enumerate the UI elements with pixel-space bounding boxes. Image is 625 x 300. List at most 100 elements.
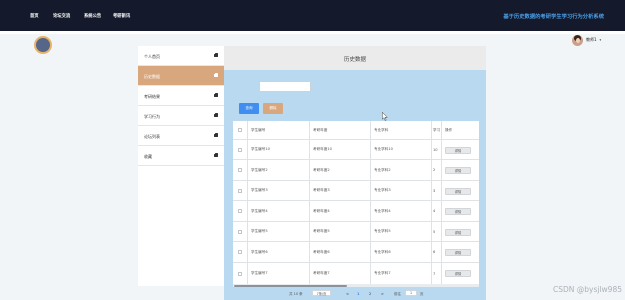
pagination-prev-icon[interactable]: < bbox=[346, 292, 349, 296]
header-strip bbox=[0, 31, 625, 34]
table-row: 学生编号5 考研年度5 专业学科5 5 详情 bbox=[233, 222, 479, 242]
mouse-cursor-icon bbox=[382, 112, 388, 121]
sidebar-item-profile[interactable]: 个人首页 bbox=[138, 46, 224, 66]
row-checkbox[interactable] bbox=[238, 168, 242, 172]
cell-student-id: 学生编号4 bbox=[248, 201, 310, 221]
cell-subject: 专业学科6 bbox=[371, 242, 432, 262]
cell-subject: 专业学科4 bbox=[371, 201, 432, 221]
pagination-next-icon[interactable]: > bbox=[381, 292, 384, 296]
sidebar-item-label: 考研结果 bbox=[144, 93, 160, 99]
sidebar: 个人首页 历史数据 考研结果 学习行为 论坛列表 收藏 bbox=[138, 46, 224, 286]
header-subject[interactable]: 专业学科 bbox=[371, 121, 432, 139]
cell-exam-year: 考研年度2 bbox=[310, 160, 371, 180]
sidebar-item-favorites[interactable]: 收藏 bbox=[138, 146, 224, 166]
table-row: 学生编号3 考研年度3 专业学科3 3 详情 bbox=[233, 181, 479, 201]
row-checkbox[interactable] bbox=[238, 250, 242, 254]
page-title: 历史数据 bbox=[343, 57, 366, 63]
sidebar-item-label: 历史数据 bbox=[144, 73, 160, 79]
row-checkbox[interactable] bbox=[238, 188, 242, 193]
pagination-page-1[interactable]: 1 bbox=[357, 292, 359, 296]
table-row: 学生编号4 考研年度4 专业学科4 4 详情 bbox=[233, 201, 479, 222]
detail-button[interactable]: 详情 bbox=[445, 146, 471, 154]
pagination-page-2[interactable]: 2 bbox=[369, 292, 371, 296]
avatar[interactable] bbox=[572, 34, 583, 46]
sidebar-item-label: 个人首页 bbox=[144, 53, 160, 59]
row-checkbox[interactable] bbox=[238, 229, 242, 234]
cell-student-id: 学生编号6 bbox=[248, 242, 310, 262]
cell-study: 5 bbox=[432, 222, 442, 241]
cell-subject: 专业学科3 bbox=[371, 181, 432, 200]
lock-icon bbox=[214, 52, 219, 57]
cell-student-id: 学生编号7 bbox=[248, 263, 310, 284]
detail-button[interactable]: 详情 bbox=[445, 208, 471, 215]
panel-header: 历史数据 bbox=[224, 46, 486, 70]
lock-icon bbox=[214, 112, 219, 117]
cell-study: 4 bbox=[432, 201, 442, 221]
header-actions: 操作 bbox=[445, 127, 453, 132]
lock-icon bbox=[214, 132, 219, 137]
header-exam-year[interactable]: 考研年度 bbox=[310, 121, 371, 139]
sidebar-item-history[interactable]: 历史数据 bbox=[138, 66, 224, 86]
select-all-cell bbox=[233, 121, 248, 139]
system-title: 基于历史数据的考研学生学习行为分析系统 bbox=[503, 14, 604, 20]
scrollbar-thumb[interactable] bbox=[234, 284, 347, 287]
table-horizontal-scrollbar[interactable] bbox=[233, 284, 479, 287]
cell-subject: 专业学科2 bbox=[371, 160, 432, 180]
detail-button[interactable]: 详情 bbox=[445, 228, 471, 236]
cell-exam-year: 考研年度3 bbox=[310, 181, 371, 200]
student-id-search-input[interactable] bbox=[259, 81, 311, 92]
detail-button[interactable]: 详情 bbox=[445, 167, 471, 174]
table-row: 学生编号7 考研年度7 专业学科7 7 详情 bbox=[233, 263, 479, 284]
sidebar-item-forum-list[interactable]: 论坛列表 bbox=[138, 126, 224, 146]
cell-exam-year: 考研年度6 bbox=[310, 242, 371, 262]
top-nav-bar: 首页 论坛交流 系统公告 考研新讯 基于历史数据的考研学生学习行为分析系统 bbox=[0, 0, 625, 31]
table-row: 学生编号10 考研年度10 专业学科10 10 详情 bbox=[233, 140, 479, 160]
data-table: 学生编号 考研年度 专业学科 学习 操作 学生编号10 考研年度10 专业学科1… bbox=[233, 121, 479, 284]
nav-announcements[interactable]: 系统公告 bbox=[84, 13, 101, 19]
query-button[interactable]: 查询 bbox=[239, 103, 259, 114]
sidebar-item-label: 收藏 bbox=[144, 153, 152, 159]
pagination-page-suffix: 页 bbox=[420, 291, 424, 296]
table-header-row: 学生编号 考研年度 专业学科 学习 操作 bbox=[233, 121, 479, 140]
select-all-checkbox[interactable] bbox=[238, 128, 242, 132]
pagination-goto-label: 前往 bbox=[394, 291, 401, 296]
row-checkbox[interactable] bbox=[238, 271, 242, 276]
sidebar-item-label: 学习行为 bbox=[144, 113, 160, 119]
cell-student-id: 学生编号2 bbox=[248, 160, 310, 180]
user-name[interactable]: 教师1 bbox=[586, 37, 597, 43]
nav-exam-news[interactable]: 考研新讯 bbox=[113, 13, 130, 19]
cell-subject: 专业学科5 bbox=[371, 222, 432, 241]
header-student-id[interactable]: 学生编号 bbox=[248, 121, 310, 139]
detail-button[interactable]: 详情 bbox=[445, 187, 471, 195]
cell-study: 10 bbox=[432, 140, 442, 159]
sidebar-item-exam-results[interactable]: 考研结果 bbox=[138, 86, 224, 106]
cell-subject: 专业学科7 bbox=[371, 263, 432, 284]
cell-study: 3 bbox=[432, 181, 442, 200]
table-row: 学生编号6 考研年度6 专业学科6 6 详情 bbox=[233, 242, 479, 263]
lock-icon bbox=[214, 152, 219, 157]
cell-exam-year: 考研年度4 bbox=[310, 201, 371, 221]
logo-icon[interactable] bbox=[34, 36, 52, 54]
table-row: 学生编号2 考研年度2 专业学科2 2 详情 bbox=[233, 160, 479, 181]
detail-button[interactable]: 详情 bbox=[445, 249, 471, 256]
row-checkbox[interactable] bbox=[238, 209, 242, 213]
user-menu[interactable]: 教师1 ▾ bbox=[572, 34, 601, 46]
detail-button[interactable]: 详情 bbox=[445, 270, 471, 277]
cell-study: 6 bbox=[432, 242, 442, 262]
row-checkbox[interactable] bbox=[238, 147, 242, 152]
chevron-down-icon[interactable]: ▾ bbox=[600, 38, 602, 42]
cell-student-id: 学生编号10 bbox=[248, 140, 310, 159]
sidebar-item-label: 论坛列表 bbox=[144, 133, 160, 139]
nav-home[interactable]: 首页 bbox=[30, 13, 39, 19]
cell-study: 7 bbox=[432, 263, 442, 284]
sidebar-item-study-behavior[interactable]: 学习行为 bbox=[138, 106, 224, 126]
nav-forum[interactable]: 论坛交流 bbox=[53, 13, 70, 19]
delete-button[interactable]: 删除 bbox=[263, 103, 283, 114]
cell-exam-year: 考研年度10 bbox=[310, 140, 371, 159]
lock-icon bbox=[214, 72, 219, 77]
header-study[interactable]: 学习 bbox=[432, 121, 442, 139]
page-size-select[interactable]: 7条/页 bbox=[312, 290, 331, 296]
lock-icon bbox=[214, 92, 219, 97]
watermark: CSDN @bysjlw985 bbox=[553, 285, 622, 294]
pagination-goto-input[interactable]: 1 bbox=[405, 290, 417, 296]
